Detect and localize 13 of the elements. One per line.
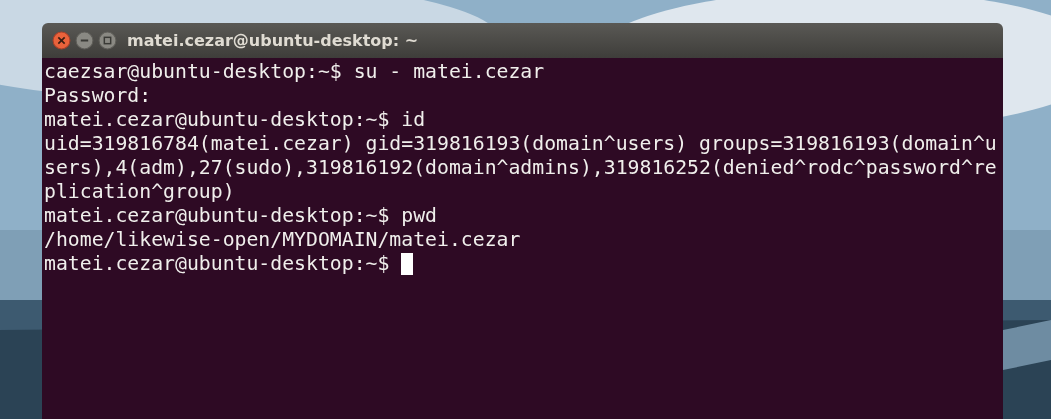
terminal-line: matei.cezar@ubuntu-desktop:~$	[44, 252, 391, 276]
terminal-line: plication^group)	[44, 180, 235, 204]
minimize-icon[interactable]	[75, 31, 94, 50]
maximize-icon[interactable]	[98, 31, 117, 50]
terminal-line: matei.cezar@ubuntu-desktop:~$ pwd	[44, 204, 437, 228]
terminal-line: /home/likewise-open/MYDOMAIN/matei.cezar	[44, 228, 521, 252]
terminal-line: Password:	[44, 84, 152, 108]
terminal-line: sers),4(adm),27(sudo),319816192(domain^admins),319816252(denied^rodc^password^re	[44, 156, 997, 180]
window-title: matei.cezar@ubuntu-desktop: ~	[127, 31, 419, 50]
close-icon[interactable]	[52, 31, 71, 50]
terminal-line: uid=319816784(matei.cezar) gid=319816193(domain^users) groups=319816193(domain^u	[44, 132, 997, 156]
terminal-line: matei.cezar@ubuntu-desktop:~$ id	[44, 108, 426, 132]
terminal-line: caezsar@ubuntu-desktop:~$ su - matei.cezar	[44, 60, 545, 84]
